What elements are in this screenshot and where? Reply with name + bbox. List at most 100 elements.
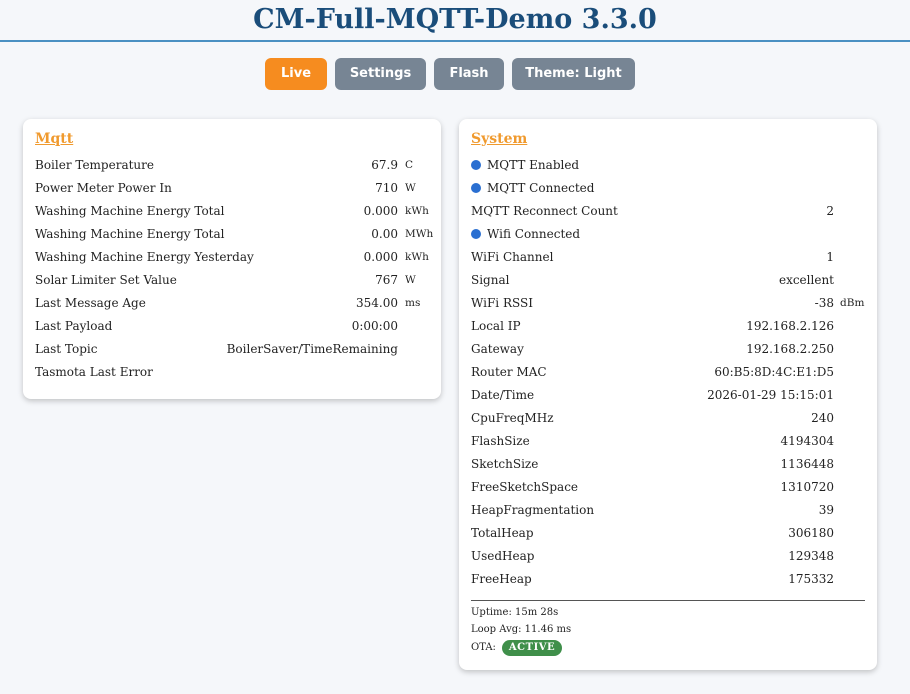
status-indicator-icon [471, 183, 481, 193]
mqtt-row-label-text: Tasmota Last Error [35, 365, 153, 379]
system-row-value: 306180 [788, 526, 834, 540]
system-row-label-text: MQTT Reconnect Count [471, 204, 618, 218]
system-row-label-text: Router MAC [471, 365, 547, 379]
system-card: System MQTT Enabled MQTT Connected MQTT Re… [459, 119, 877, 670]
mqtt-row-value: 767 [375, 273, 398, 287]
system-row-label-text: SketchSize [471, 457, 539, 471]
system-row: TotalHeap 306180 [471, 522, 871, 545]
system-row: Router MAC 60:B5:8D:4C:E1:D5 [471, 361, 871, 384]
uptime-text: Uptime: 15m 28s [471, 607, 559, 618]
system-row-label-text: TotalHeap [471, 526, 534, 540]
system-row: Wifi Connected [471, 223, 871, 246]
mqtt-row-label-text: Solar Limiter Set Value [35, 273, 177, 287]
mqtt-row: Washing Machine Energy Yesterday 0.000 kWh [35, 246, 435, 269]
system-row: HeapFragmentation 39 [471, 499, 871, 522]
mqtt-row-label: Last Message Age [35, 292, 146, 315]
system-row: FlashSize 4194304 [471, 430, 871, 453]
system-row-label-text: FlashSize [471, 434, 530, 448]
mqtt-row: Last Payload 0:00:00 [35, 315, 435, 338]
system-row-value: 192.168.2.126 [746, 319, 834, 333]
system-row-label-text: CpuFreqMHz [471, 411, 554, 425]
system-row-label: TotalHeap [471, 522, 534, 545]
settings-button[interactable]: Settings [335, 58, 426, 90]
system-row-label-text: Wifi Connected [487, 227, 581, 241]
mqtt-row-value: 0.000 [363, 204, 398, 218]
mqtt-card: Mqtt Boiler Temperature 67.9 C Power Meter … [23, 119, 441, 399]
system-row-label: HeapFragmentation [471, 499, 594, 522]
mqtt-row-value: 0.00 [371, 227, 398, 241]
mqtt-row-label: Washing Machine Energy Total [35, 200, 224, 223]
mqtt-row-label: Washing Machine Energy Total [35, 223, 224, 246]
page-title: CM-Full-MQTT-Demo 3.3.0 [253, 4, 657, 35]
mqtt-row-label: Last Payload [35, 315, 112, 338]
mqtt-row: Power Meter Power In 710 W [35, 177, 435, 200]
system-row-label: Local IP [471, 315, 521, 338]
mqtt-row: Last Message Age 354.00 ms [35, 292, 435, 315]
system-row-label: UsedHeap [471, 545, 534, 568]
mqtt-row-label-text: Washing Machine Energy Total [35, 227, 225, 241]
loop-avg-text: Loop Avg: 11.46 ms [471, 624, 572, 635]
system-row-label: MQTT Connected [471, 177, 594, 200]
mqtt-row-label-text: Washing Machine Energy Total [35, 204, 225, 218]
mqtt-row-label-text: Last Topic [35, 342, 98, 356]
mqtt-card-title: Mqtt [35, 131, 74, 147]
system-row-unit: dBm [840, 297, 865, 309]
main-nav: Live Settings Flash Theme: Light [0, 58, 910, 90]
mqtt-row-value: 0:00:00 [351, 319, 398, 333]
mqtt-row-value: 354.00 [356, 296, 398, 310]
system-row-label-text: HeapFragmentation [471, 503, 595, 517]
system-row-label: Router MAC [471, 361, 547, 384]
mqtt-row-label-text: Power Meter Power In [35, 181, 172, 195]
system-row-value: excellent [778, 273, 834, 287]
theme-toggle-button[interactable]: Theme: Light [512, 58, 635, 90]
mqtt-row-unit: kWh [405, 205, 429, 217]
system-row: CpuFreqMHz 240 [471, 407, 871, 430]
system-row: SketchSize 1136448 [471, 453, 871, 476]
system-row-label: FreeHeap [471, 568, 532, 591]
system-row-value: 192.168.2.250 [746, 342, 834, 356]
mqtt-row: Washing Machine Energy Total 0.000 kWh [35, 200, 435, 223]
mqtt-row: Last Topic BoilerSaver/TimeRemaining [35, 338, 435, 361]
system-row-label: Gateway [471, 338, 524, 361]
mqtt-row-label: Boiler Temperature [35, 154, 154, 177]
mqtt-row-label-text: Last Payload [35, 319, 113, 333]
system-row-value: 2026-01-29 15:15:01 [707, 388, 834, 402]
mqtt-row-label: Power Meter Power In [35, 177, 172, 200]
mqtt-row-label-text: Last Message Age [35, 296, 146, 310]
system-row-label: CpuFreqMHz [471, 407, 554, 430]
system-row-label-text: WiFi RSSI [471, 296, 533, 310]
system-row-value: 1 [826, 250, 834, 264]
system-row: WiFi RSSI -38 dBm [471, 292, 871, 315]
mqtt-row-unit: kWh [405, 251, 429, 263]
footer-divider [471, 600, 865, 601]
system-row-label-text: MQTT Connected [487, 181, 595, 195]
system-row-label: WiFi Channel [471, 246, 553, 269]
system-row: WiFi Channel 1 [471, 246, 871, 269]
system-row-value: 1310720 [780, 480, 834, 494]
system-row-label: FlashSize [471, 430, 530, 453]
mqtt-row-value: BoilerSaver/TimeRemaining [226, 342, 398, 356]
status-indicator-icon [471, 229, 481, 239]
system-row-label: MQTT Reconnect Count [471, 200, 618, 223]
live-button[interactable]: Live [265, 58, 327, 90]
mqtt-row-unit: MWh [405, 228, 434, 240]
mqtt-row-value: 0.000 [363, 250, 398, 264]
system-row: Signal excellent [471, 269, 871, 292]
mqtt-row: Washing Machine Energy Total 0.00 MWh [35, 223, 435, 246]
system-row-label: Date/Time [471, 384, 534, 407]
system-row-label: MQTT Enabled [471, 154, 579, 177]
mqtt-row-label-text: Washing Machine Energy Yesterday [35, 250, 254, 264]
ota-status: OTA: ACTIVE [471, 640, 563, 656]
mqtt-row-unit: W [405, 274, 416, 286]
system-row-label: Wifi Connected [471, 223, 580, 246]
flash-button[interactable]: Flash [434, 58, 504, 90]
system-row-value: 39 [818, 503, 834, 517]
system-row-label-text: Local IP [471, 319, 521, 333]
system-card-title: System [471, 131, 528, 147]
system-row-label-text: Signal [471, 273, 510, 287]
app-header: CM-Full-MQTT-Demo 3.3.0 [0, 0, 910, 42]
mqtt-row-label: Last Topic [35, 338, 97, 361]
mqtt-row: Tasmota Last Error [35, 361, 435, 384]
mqtt-row-label: Washing Machine Energy Yesterday [35, 246, 254, 269]
mqtt-row-value: 67.9 [371, 158, 398, 172]
